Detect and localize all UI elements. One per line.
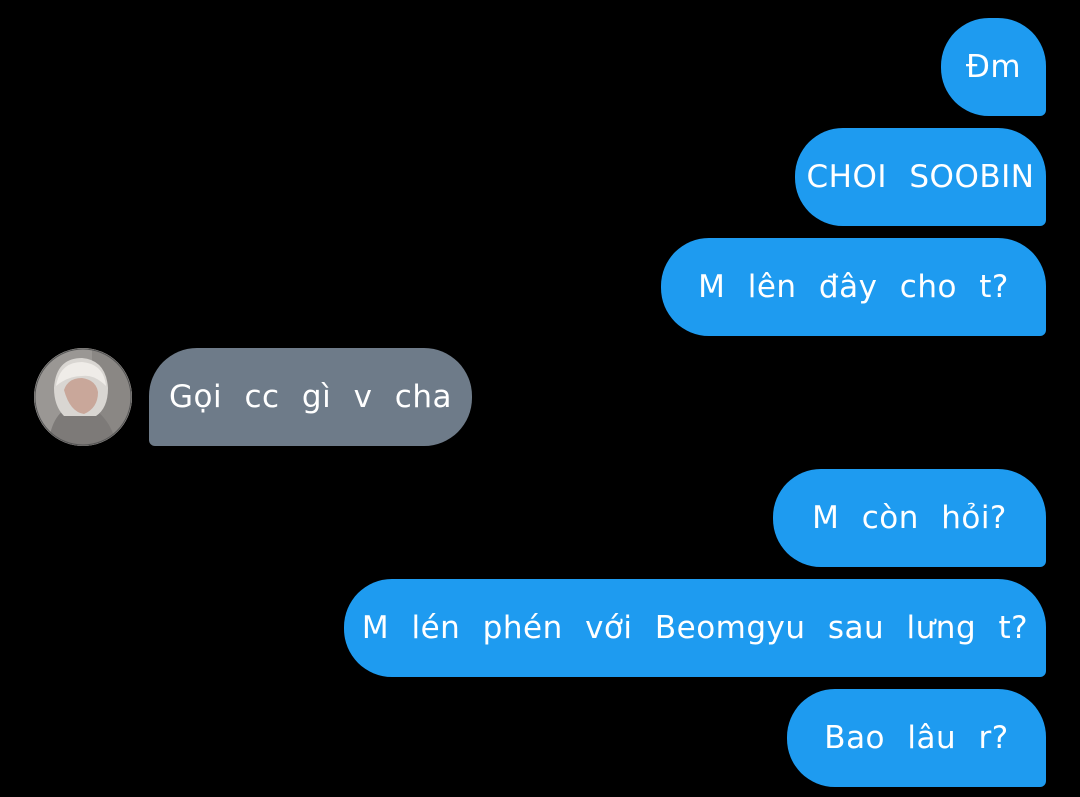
contact-avatar[interactable]	[34, 348, 132, 446]
message-bubble-outgoing[interactable]: Bao lâu r?	[787, 689, 1046, 787]
message-text: Đm	[965, 49, 1022, 85]
message-bubble-outgoing[interactable]: M lên đây cho t?	[661, 238, 1046, 336]
user-avatar-photo-icon	[34, 348, 132, 446]
message-text: M lén phén với Beomgyu sau lưng t?	[361, 610, 1029, 646]
message-text: CHOI SOOBIN	[806, 159, 1035, 195]
message-bubble-outgoing[interactable]: M còn hỏi?	[773, 469, 1046, 567]
message-text: M còn hỏi?	[812, 500, 1007, 536]
message-text: Bao lâu r?	[824, 720, 1009, 756]
message-bubble-outgoing[interactable]: Đm	[941, 18, 1046, 116]
message-bubble-outgoing[interactable]: M lén phén với Beomgyu sau lưng t?	[344, 579, 1046, 677]
message-text: Gọi cc gì v cha	[169, 379, 452, 415]
message-bubble-incoming[interactable]: Gọi cc gì v cha	[149, 348, 472, 446]
message-bubble-outgoing[interactable]: CHOI SOOBIN	[795, 128, 1046, 226]
message-text: M lên đây cho t?	[698, 269, 1009, 305]
